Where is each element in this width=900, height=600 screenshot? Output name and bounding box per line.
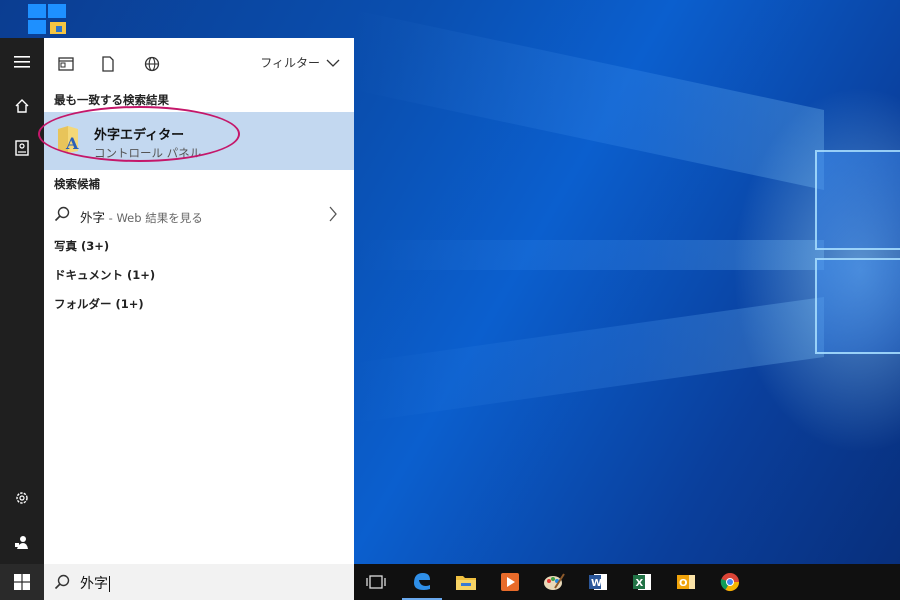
filter-dropdown[interactable]: フィルター: [260, 54, 340, 71]
svg-text:O: O: [679, 578, 688, 589]
web-suggestion-row[interactable]: 外字 - Web 結果を見る: [44, 196, 354, 232]
chevron-right-icon[interactable]: [328, 206, 338, 222]
search-results-panel: フィルター 最も一致する検索結果 A 外字エディター コントロール パネル 検索…: [38, 38, 354, 564]
best-match-result[interactable]: A 外字エディター コントロール パネル: [38, 106, 354, 170]
window-logo-pane: [815, 150, 900, 250]
web-filter-icon[interactable]: [142, 54, 162, 74]
light-beam: [354, 10, 824, 190]
documents-filter-icon[interactable]: [98, 54, 118, 74]
light-beam: [354, 240, 824, 270]
hamburger-menu-icon[interactable]: [0, 42, 44, 82]
suggestion-query: 外字: [80, 210, 106, 225]
file-explorer-icon[interactable]: [446, 564, 486, 600]
feedback-icon[interactable]: [0, 522, 44, 562]
text-caret: [109, 576, 110, 592]
category-folders[interactable]: フォルダー (1+): [44, 290, 354, 319]
search-input[interactable]: 外字: [80, 573, 110, 593]
web-suffix: - Web 結果を見る: [105, 211, 203, 225]
chevron-down-icon: [326, 59, 340, 67]
svg-text:X: X: [636, 578, 644, 589]
windows-logo-icon: [14, 574, 30, 590]
edge-icon[interactable]: [402, 564, 442, 600]
category-photos[interactable]: 写真 (3+): [44, 232, 354, 261]
filter-label: フィルター: [260, 56, 320, 70]
filter-toolbar: フィルター: [44, 38, 354, 88]
search-input-value: 外字: [80, 576, 108, 592]
task-view-icon[interactable]: [356, 564, 396, 600]
annotation-highlight-ring: [38, 106, 240, 162]
start-button[interactable]: [0, 564, 44, 600]
category-documents[interactable]: ドキュメント (1+): [44, 261, 354, 290]
search-icon: [54, 206, 70, 222]
search-icon: [54, 574, 70, 590]
chrome-icon[interactable]: [710, 564, 750, 600]
light-beam: [354, 296, 824, 424]
search-box[interactable]: 外字: [44, 564, 354, 600]
paint-icon[interactable]: [534, 564, 574, 600]
word-icon[interactable]: W: [578, 564, 618, 600]
suggestions-header: 検索候補: [54, 177, 100, 191]
home-icon[interactable]: [0, 86, 44, 126]
window-logo-pane: [815, 258, 900, 354]
windows-folder-shortcut-icon[interactable]: [26, 0, 70, 36]
excel-icon[interactable]: X: [622, 564, 662, 600]
start-rail: [0, 38, 44, 564]
media-player-icon[interactable]: [490, 564, 530, 600]
outlook-icon[interactable]: O: [666, 564, 706, 600]
settings-gear-icon[interactable]: [0, 478, 44, 518]
web-suggestion-text: 外字 - Web 結果を見る: [80, 207, 203, 226]
apps-filter-icon[interactable]: [56, 54, 76, 74]
svg-text:W: W: [591, 578, 602, 589]
